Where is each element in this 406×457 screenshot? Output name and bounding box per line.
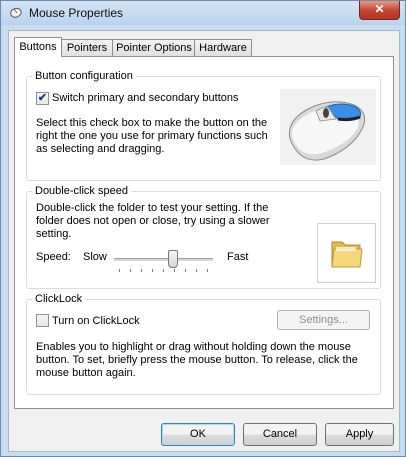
apply-button[interactable]: Apply <box>325 423 394 446</box>
slider-tick <box>130 269 131 272</box>
double-click-speed-slider[interactable] <box>114 258 213 262</box>
tab-hardware[interactable]: Hardware <box>194 39 252 56</box>
double-click-speed-group: Double-click speed Double-click the fold… <box>26 185 381 289</box>
clicklock-settings-button[interactable]: Settings... <box>277 310 370 330</box>
slider-tick <box>141 269 142 272</box>
close-button[interactable]: ✕ <box>359 1 400 20</box>
double-click-desc-line-1: Double-click the folder to test your set… <box>36 202 269 214</box>
button-config-desc-line-3: as selecting and dragging. <box>36 143 165 155</box>
switch-buttons-label[interactable]: Switch primary and secondary buttons <box>52 92 238 105</box>
slider-tick <box>196 269 197 272</box>
double-click-desc-line-2: folder does not open or close, try using… <box>36 215 270 227</box>
slider-tick <box>152 269 153 272</box>
dialog-body: Buttons Pointers Pointer Options Hardwar… <box>8 30 400 452</box>
clicklock-desc-line-3: mouse button again. <box>36 367 136 379</box>
tab-pointer-options[interactable]: Pointer Options <box>112 39 196 56</box>
mouse-icon <box>10 7 22 18</box>
mouse-properties-window: Mouse Properties ✕ Buttons Pointers Poin… <box>0 0 406 457</box>
button-configuration-group: Button configuration ✔ Switch primary an… <box>26 70 381 181</box>
buttons-tab-panel: Button configuration ✔ Switch primary an… <box>14 56 394 409</box>
mouse-icon <box>288 101 366 161</box>
clicklock-title: ClickLock <box>32 293 86 305</box>
cancel-button[interactable]: Cancel <box>243 423 317 446</box>
close-icon: ✕ <box>374 2 385 16</box>
slow-label: Slow <box>83 251 107 263</box>
speed-label: Speed: <box>36 251 71 263</box>
slider-tick <box>174 269 175 272</box>
clicklock-checkbox[interactable] <box>36 314 49 327</box>
switch-buttons-checkbox[interactable]: ✔ <box>36 92 49 105</box>
mouse-image <box>280 89 376 165</box>
clicklock-desc-line-1: Enables you to highlight or drag without… <box>36 341 351 353</box>
checkmark-icon: ✔ <box>37 92 48 104</box>
title-bar[interactable]: Mouse Properties ✕ <box>1 1 405 25</box>
window-title: Mouse Properties <box>29 6 124 20</box>
clicklock-label[interactable]: Turn on ClickLock <box>52 315 140 328</box>
slider-tick <box>119 269 120 272</box>
button-config-desc-line-2: right the one you use for primary functi… <box>36 130 268 142</box>
button-config-desc-line-1: Select this check box to make the button… <box>36 117 268 129</box>
fast-label: Fast <box>227 251 249 263</box>
clicklock-group: ClickLock Turn on ClickLock Settings... … <box>26 293 381 395</box>
double-click-speed-title: Double-click speed <box>32 185 131 197</box>
slider-thumb[interactable] <box>168 250 179 268</box>
clicklock-desc-line-2: button. To set, briefly press the mouse … <box>36 354 358 366</box>
ok-button[interactable]: OK <box>161 423 235 446</box>
tab-pointers[interactable]: Pointers <box>60 39 114 56</box>
folder-icon <box>331 241 363 268</box>
tab-buttons[interactable]: Buttons <box>14 37 62 57</box>
slider-tick <box>185 269 186 272</box>
slider-tick <box>163 269 164 272</box>
button-configuration-title: Button configuration <box>32 70 136 82</box>
double-click-desc-line-3: setting. <box>36 228 72 240</box>
test-folder[interactable] <box>317 223 376 283</box>
slider-tick <box>207 269 208 272</box>
